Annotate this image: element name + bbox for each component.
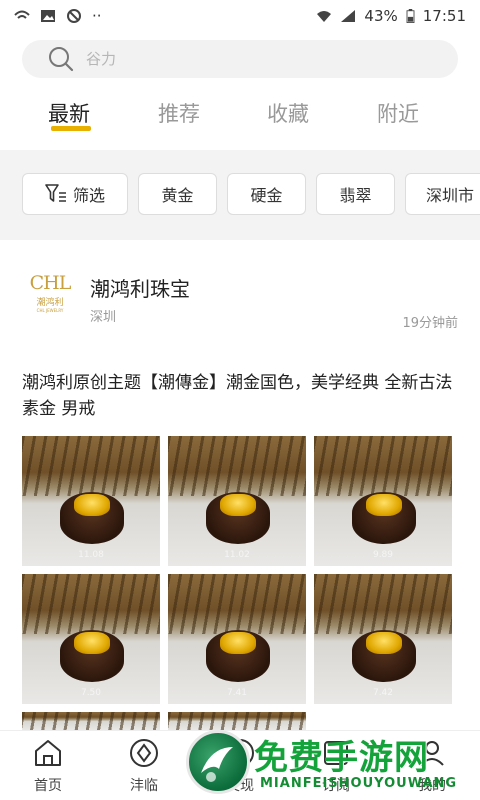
battery-percent: 43% [364, 7, 398, 25]
status-left: ·· [14, 7, 102, 25]
search-input[interactable] [86, 50, 406, 68]
logo-tag: CHL JEWELRY [36, 307, 64, 313]
chip-jade[interactable]: 翡翠 [316, 173, 395, 215]
logo-name: 潮鸿利 [36, 297, 64, 308]
feed-tabs: 最新 推荐 收藏 附近 [0, 98, 480, 142]
block-icon [67, 9, 81, 23]
chip-label: 硬金 [250, 186, 283, 205]
post-time: 19分钟前 [402, 316, 458, 331]
shop-name[interactable]: 潮鸿利珠宝 [90, 273, 190, 302]
tab-active-indicator [51, 126, 91, 131]
filter-icon [45, 184, 66, 202]
post-photo[interactable]: 9.89 [314, 436, 452, 566]
watermark-title: 免费手游网 [254, 738, 429, 778]
watermark-subtitle: MIANFEISHOUYOUWANG [260, 776, 458, 791]
cell-signal-icon [341, 10, 356, 22]
home-icon [35, 740, 61, 766]
post-photo[interactable]: 11.02 [168, 436, 306, 566]
chip-label: 翡翠 [339, 186, 372, 205]
shop-logo[interactable]: CHL 潮鸿利 CHL JEWELRY [22, 262, 78, 322]
filter-label: 筛选 [72, 186, 105, 205]
logo-monogram: CHL [29, 271, 72, 294]
photo-caption: 7.41 [226, 688, 248, 698]
post-photo[interactable]: 7.42 [314, 574, 452, 704]
photo-caption: 9.89 [372, 550, 394, 560]
nav-home[interactable]: 首页 [18, 737, 78, 795]
chip-gold[interactable]: 黄金 [138, 173, 217, 215]
tab-label: 推荐 [158, 102, 200, 126]
photo-caption: 7.42 [372, 688, 394, 698]
tab-label: 附近 [377, 102, 419, 126]
nav-compass[interactable]: 沣临 [114, 737, 174, 795]
gold-ring [74, 494, 110, 516]
search-bar[interactable] [22, 40, 458, 78]
chip-label: 深圳市 [426, 186, 475, 205]
gold-ring [220, 632, 256, 654]
post-header[interactable]: CHL 潮鸿利 CHL JEWELRY 潮鸿利珠宝 深圳 19分钟前 [22, 262, 458, 332]
status-time: 17:51 [422, 7, 466, 25]
tab-nearby[interactable]: 附近 [377, 98, 419, 128]
post-photo[interactable]: 7.41 [168, 574, 306, 704]
post-text[interactable]: 潮鸿利原创主题【潮傳金】潮金国色，美学经典 全新古法素金 男戒 [22, 370, 458, 422]
photo-caption: 11.02 [224, 550, 250, 560]
tab-favorites[interactable]: 收藏 [267, 98, 309, 128]
post-photo[interactable]: 11.08 [22, 436, 160, 566]
shop-city: 深圳 [90, 310, 117, 325]
compass-icon [130, 739, 158, 767]
tab-latest[interactable]: 最新 [48, 98, 91, 131]
status-bar: ·· 43% 17:51 [0, 0, 480, 32]
wifi-icon [317, 11, 332, 22]
nav-label: 沣临 [130, 778, 158, 794]
chip-shenzhen[interactable]: 深圳市 [405, 173, 480, 215]
tab-label: 最新 [48, 102, 90, 126]
gold-ring [366, 632, 402, 654]
post-photo[interactable] [22, 712, 160, 730]
tab-recommended[interactable]: 推荐 [158, 98, 200, 128]
watermark-logo-icon [186, 730, 250, 794]
battery-icon [406, 9, 415, 23]
signal-arc-icon [14, 10, 30, 19]
gold-ring [220, 494, 256, 516]
filter-bar: 筛选 黄金 硬金 翡翠 深圳市 [0, 150, 480, 240]
status-right: 43% 17:51 [316, 7, 466, 25]
gold-ring [74, 632, 110, 654]
gold-ring [366, 494, 402, 516]
photo-caption: 7.50 [80, 688, 102, 698]
site-watermark: 免费手游网 MIANFEISHOUYOUWANG [180, 724, 480, 800]
chip-hard-gold[interactable]: 硬金 [227, 173, 306, 215]
chip-label: 黄金 [161, 186, 194, 205]
search-icon [49, 47, 74, 72]
nav-label: 首页 [34, 778, 62, 794]
tab-label: 收藏 [267, 102, 309, 126]
post-photo[interactable]: 7.50 [22, 574, 160, 704]
image-icon [41, 10, 55, 22]
status-dots: ·· [92, 7, 102, 25]
photo-caption: 11.08 [78, 550, 104, 560]
filter-button[interactable]: 筛选 [22, 173, 128, 215]
